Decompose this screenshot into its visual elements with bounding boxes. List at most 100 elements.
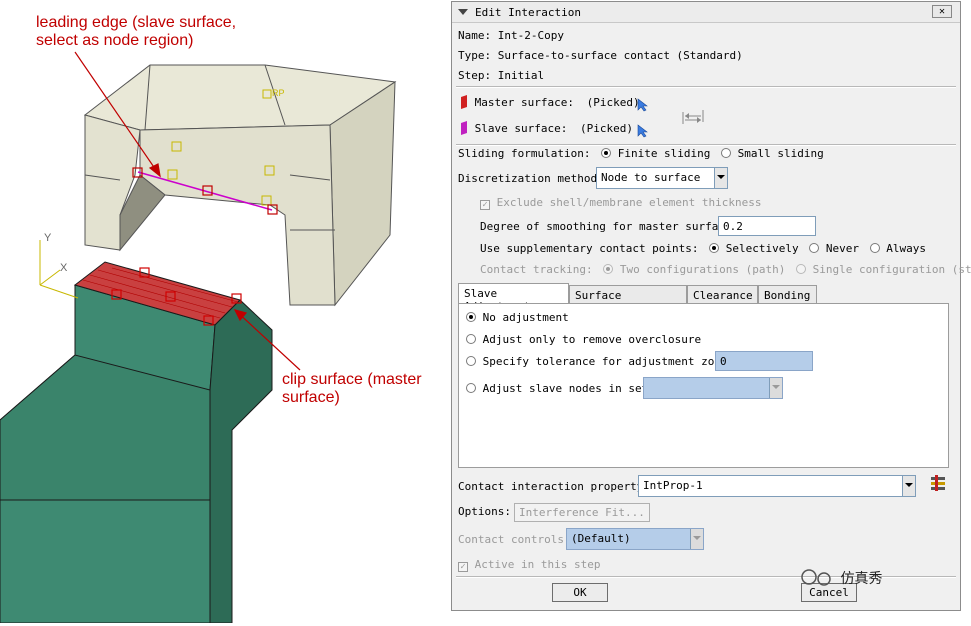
separator bbox=[456, 86, 956, 88]
swap-surfaces-icon[interactable] bbox=[680, 108, 706, 129]
tracking-label: Contact tracking: bbox=[480, 263, 593, 276]
two-config-label: Two configurations (path) bbox=[619, 263, 786, 276]
single-config-label: Single configuration (state) bbox=[812, 263, 971, 276]
tolerance-label[interactable]: Specify tolerance for adjustment zone: bbox=[483, 355, 735, 368]
active-step-row: ✓ Active in this step bbox=[458, 558, 600, 572]
tab-panel: No adjustment Adjust only to remove over… bbox=[458, 303, 949, 468]
no-adjustment-label[interactable]: No adjustment bbox=[483, 311, 569, 324]
property-label: Contact interaction property: bbox=[458, 480, 651, 493]
exclude-thickness-checkbox[interactable]: ✓ bbox=[480, 200, 490, 210]
tolerance-radio[interactable] bbox=[466, 356, 476, 366]
master-flag-icon bbox=[461, 95, 467, 109]
annotation-slave-line1: leading edge (slave surface, bbox=[36, 14, 237, 31]
tab-clearance[interactable]: Clearance bbox=[687, 285, 758, 303]
chevron-down-icon[interactable] bbox=[769, 378, 782, 398]
watermark-text: 仿真秀 bbox=[840, 571, 883, 587]
annotation-slave-line2: select as node region) bbox=[36, 32, 194, 49]
master-surface-row: Master surface: (Picked) bbox=[460, 95, 640, 109]
name-label: Name: bbox=[458, 29, 492, 42]
rp-label: RP bbox=[272, 88, 285, 98]
discretization-select[interactable]: Node to surface bbox=[596, 167, 728, 189]
never-radio[interactable] bbox=[809, 243, 820, 253]
slave-surface-row: Slave surface: (Picked) bbox=[460, 121, 633, 135]
tab-bonding[interactable]: Bonding bbox=[758, 285, 817, 303]
supplementary-row: Use supplementary contact points: Select… bbox=[480, 242, 926, 255]
remove-overclosure-radio[interactable] bbox=[466, 334, 476, 344]
remove-overclosure-option[interactable]: Adjust only to remove overclosure bbox=[466, 333, 701, 346]
no-adjustment-option[interactable]: No adjustment bbox=[466, 311, 569, 324]
controls-select[interactable]: (Default) bbox=[566, 528, 704, 550]
slave-surface-label: Slave surface: bbox=[474, 122, 568, 135]
two-config-radio[interactable] bbox=[603, 264, 614, 274]
sliding-formulation-label: Sliding formulation: bbox=[458, 147, 591, 160]
property-manager-icon[interactable] bbox=[930, 474, 946, 495]
tolerance-option[interactable]: Specify tolerance for adjustment zone: bbox=[466, 355, 734, 368]
exclude-thickness-label: Exclude shell/membrane element thickness bbox=[496, 196, 762, 209]
small-sliding-label[interactable]: Small sliding bbox=[738, 147, 824, 160]
selectively-label[interactable]: Selectively bbox=[726, 242, 799, 255]
active-step-label: Active in this step bbox=[474, 558, 601, 571]
axis-y-label: Y bbox=[44, 232, 52, 244]
type-label: Type: bbox=[458, 49, 492, 62]
master-surface-value: (Picked) bbox=[586, 96, 640, 109]
model-viewport: RP Y X leading edge (slave surface, sele… bbox=[0, 0, 450, 624]
selectively-radio[interactable] bbox=[709, 243, 720, 253]
single-config-radio[interactable] bbox=[796, 264, 807, 274]
slave-nodes-set-select[interactable] bbox=[643, 377, 783, 399]
always-label[interactable]: Always bbox=[886, 242, 926, 255]
sliding-formulation-row: Sliding formulation: Finite sliding Smal… bbox=[458, 147, 824, 160]
always-radio[interactable] bbox=[869, 243, 880, 253]
master-pick-arrow-icon[interactable] bbox=[637, 98, 649, 115]
property-value: IntProp-1 bbox=[643, 479, 703, 492]
annotation-master-line2: surface) bbox=[282, 389, 340, 406]
tab-surface-smoothing[interactable]: Surface Smoothing bbox=[569, 285, 687, 315]
smoothing-input[interactable]: 0.2 bbox=[718, 216, 816, 236]
property-select[interactable]: IntProp-1 bbox=[638, 475, 916, 497]
tab-slave-adjustment[interactable]: Slave Adjustment bbox=[458, 283, 569, 313]
never-label[interactable]: Never bbox=[826, 242, 859, 255]
step-row: Step: Initial bbox=[458, 69, 544, 82]
slave-nodes-set-option[interactable]: Adjust slave nodes in set: bbox=[466, 382, 655, 395]
interference-fit-button[interactable]: Interference Fit... bbox=[514, 503, 650, 522]
model-graphic: RP Y X bbox=[0, 51, 397, 624]
small-sliding-radio[interactable] bbox=[721, 148, 732, 158]
step-value: Initial bbox=[497, 69, 545, 82]
lower-part bbox=[0, 261, 273, 624]
name-value: Int-2-Copy bbox=[497, 29, 564, 42]
annotation-master-line1: clip surface (master bbox=[282, 371, 422, 388]
title-bar[interactable]: Edit Interaction ✕ bbox=[452, 2, 960, 23]
no-adjustment-radio[interactable] bbox=[466, 312, 476, 322]
slave-pick-arrow-icon[interactable] bbox=[637, 124, 649, 141]
tolerance-input[interactable]: 0 bbox=[715, 351, 813, 371]
smoothing-label: Degree of smoothing for master surface: bbox=[480, 220, 739, 233]
slave-nodes-set-radio[interactable] bbox=[466, 383, 476, 393]
supplementary-label: Use supplementary contact points: bbox=[480, 242, 699, 255]
edit-interaction-dialog: Edit Interaction ✕ Name: Int-2-Copy Type… bbox=[451, 1, 971, 611]
type-value: Surface-to-surface contact (Standard) bbox=[497, 49, 743, 62]
remove-overclosure-label[interactable]: Adjust only to remove overclosure bbox=[483, 333, 702, 346]
master-surface-label: Master surface: bbox=[474, 96, 574, 109]
tolerance-value: 0 bbox=[720, 355, 727, 368]
controls-value: (Default) bbox=[571, 532, 631, 545]
tracking-row: Contact tracking: Two configurations (pa… bbox=[480, 263, 971, 276]
finite-sliding-label[interactable]: Finite sliding bbox=[618, 147, 711, 160]
slave-flag-icon bbox=[461, 121, 467, 135]
step-label: Step: bbox=[458, 69, 492, 82]
dialog-menu-icon[interactable] bbox=[456, 5, 470, 20]
finite-sliding-radio[interactable] bbox=[601, 148, 612, 158]
close-button[interactable]: ✕ bbox=[932, 5, 952, 18]
smoothing-value: 0.2 bbox=[723, 220, 743, 233]
options-label: Options: bbox=[458, 505, 511, 518]
chevron-down-icon[interactable] bbox=[690, 529, 703, 549]
axes-triad bbox=[39, 240, 79, 299]
dialog-title: Edit Interaction bbox=[475, 6, 581, 19]
chevron-down-icon[interactable] bbox=[902, 476, 915, 496]
watermark: 仿真秀 bbox=[800, 568, 882, 588]
separator bbox=[456, 144, 956, 146]
slave-nodes-set-label[interactable]: Adjust slave nodes in set: bbox=[483, 382, 655, 395]
type-row: Type: Surface-to-surface contact (Standa… bbox=[458, 49, 743, 62]
active-step-checkbox[interactable]: ✓ bbox=[458, 562, 468, 572]
chevron-down-icon[interactable] bbox=[714, 168, 727, 188]
axis-x-label: X bbox=[60, 262, 68, 274]
ok-button[interactable]: OK bbox=[552, 583, 608, 602]
